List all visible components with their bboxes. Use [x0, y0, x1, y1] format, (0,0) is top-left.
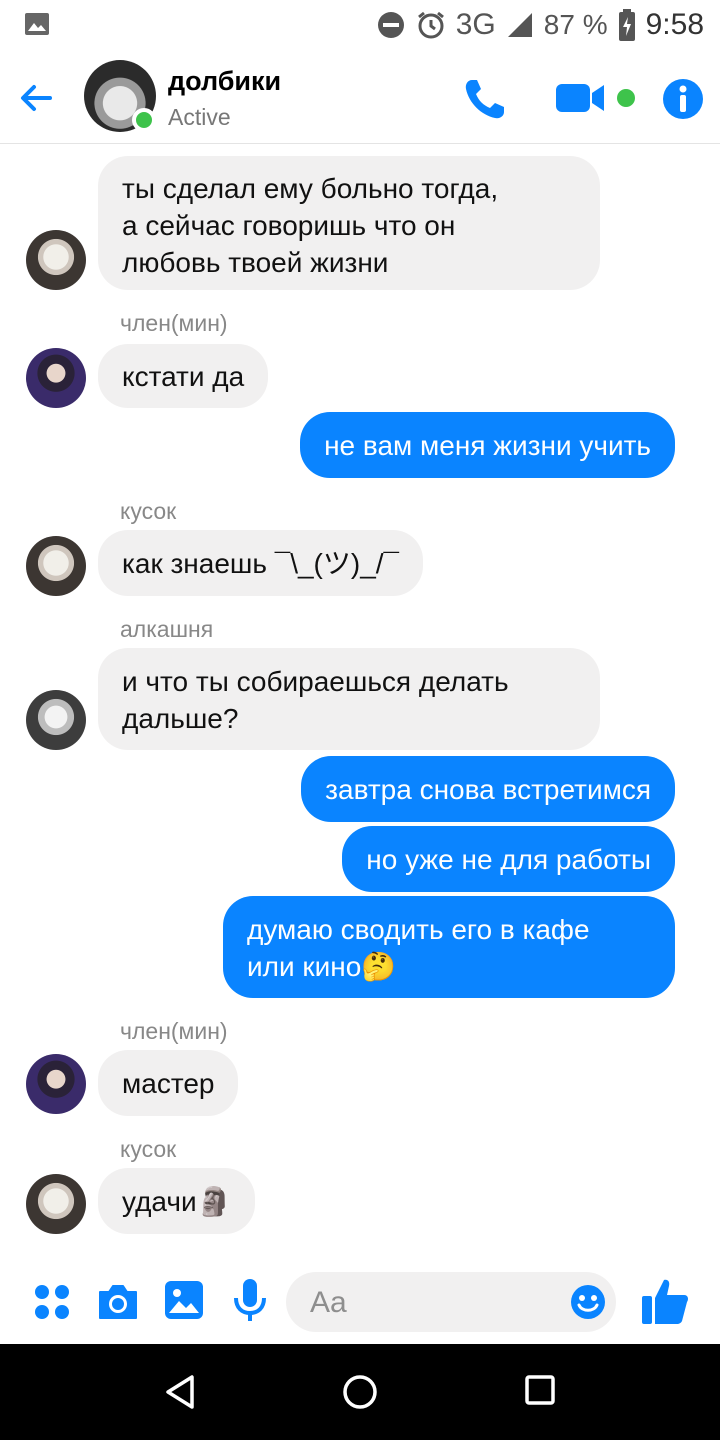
conversation-header: долбики Active: [0, 50, 720, 144]
sender-name: член(мин): [120, 310, 228, 336]
apps-icon[interactable]: [32, 1282, 72, 1322]
message-line: дальше?: [122, 703, 239, 734]
phone-icon[interactable]: [462, 76, 508, 122]
sender-avatar[interactable]: [26, 230, 86, 290]
message-bubble-incoming[interactable]: и что ты собираешься делать дальше?: [98, 648, 600, 750]
network-type: 3G: [455, 8, 496, 41]
emoji-icon[interactable]: [570, 1284, 606, 1320]
message-bubble-outgoing[interactable]: но уже не для работы: [342, 826, 675, 892]
back-triangle-icon[interactable]: [164, 1374, 198, 1410]
message-line: мастер: [122, 1068, 215, 1099]
sender-name: алкашня: [120, 616, 214, 642]
camera-icon[interactable]: [96, 1282, 140, 1322]
dnd-icon: [377, 12, 404, 38]
video-active-dot: [617, 89, 635, 107]
message-line: завтра снова встретимся: [325, 774, 651, 805]
home-circle-icon[interactable]: [342, 1374, 378, 1410]
active-status: Active: [168, 104, 231, 130]
message-line: и что ты собираешься делать: [122, 666, 509, 697]
gallery-icon: [25, 13, 49, 35]
system-nav-bar: [0, 1344, 720, 1440]
sender-name: член(мин): [120, 1018, 228, 1044]
message-line: как знаешь ¯\_(ツ)_/¯: [122, 548, 400, 579]
message-line: или кино🤔: [247, 951, 397, 982]
message-input-placeholder: Aa: [310, 1286, 347, 1319]
sender-name: кусок: [120, 1136, 177, 1162]
composer-bar: Aa: [0, 1262, 720, 1342]
sender-avatar[interactable]: [26, 1054, 86, 1114]
image-icon[interactable]: [164, 1280, 204, 1320]
battery-percent: 87 %: [543, 9, 608, 40]
message-bubble-incoming[interactable]: удачи🗿: [98, 1168, 256, 1234]
message-bubble-incoming[interactable]: мастер: [98, 1050, 239, 1116]
message-bubble-incoming[interactable]: как знаешь ¯\_(ツ)_/¯: [98, 530, 424, 596]
clock: 9:58: [645, 8, 704, 41]
video-icon[interactable]: [556, 82, 606, 114]
message-bubble-incoming[interactable]: ты сделал ему больно тогда, а сейчас гов…: [98, 156, 600, 290]
conversation-title[interactable]: долбики: [168, 66, 281, 97]
info-icon[interactable]: [662, 78, 704, 120]
signal-icon: [507, 13, 532, 37]
mic-icon[interactable]: [232, 1278, 268, 1324]
sender-avatar[interactable]: [26, 690, 86, 750]
message-line: ты сделал ему больно тогда,: [122, 173, 499, 204]
message-line: думаю сводить его в кафе: [247, 914, 590, 945]
message-line: а сейчас говоришь что он: [122, 210, 456, 241]
battery-charging-icon: [618, 9, 635, 41]
message-input[interactable]: Aa: [286, 1272, 616, 1332]
message-line: кстати да: [122, 361, 245, 392]
message-bubble-outgoing[interactable]: завтра снова встретимся: [301, 756, 675, 822]
status-bar: 3G 87 % 9:58: [0, 0, 720, 50]
message-line: но уже не для работы: [366, 844, 651, 875]
message-line: не вам меня жизни учить: [324, 430, 651, 461]
back-arrow-icon[interactable]: [16, 78, 56, 118]
message-line: любовь твоей жизни: [122, 247, 389, 278]
recents-square-icon[interactable]: [524, 1374, 556, 1406]
message-line: удачи🗿: [122, 1186, 232, 1217]
sender-name: кусок: [120, 498, 177, 524]
message-bubble-incoming[interactable]: кстати да: [98, 344, 269, 408]
message-bubble-outgoing[interactable]: думаю сводить его в кафе или кино🤔: [223, 896, 675, 998]
thumbs-up-icon[interactable]: [640, 1276, 690, 1326]
alarm-icon: [417, 11, 444, 39]
sender-avatar[interactable]: [26, 348, 86, 408]
sender-avatar[interactable]: [26, 1174, 86, 1234]
online-indicator: [132, 108, 156, 132]
sender-avatar[interactable]: [26, 536, 86, 596]
message-bubble-outgoing[interactable]: не вам меня жизни учить: [300, 412, 675, 478]
